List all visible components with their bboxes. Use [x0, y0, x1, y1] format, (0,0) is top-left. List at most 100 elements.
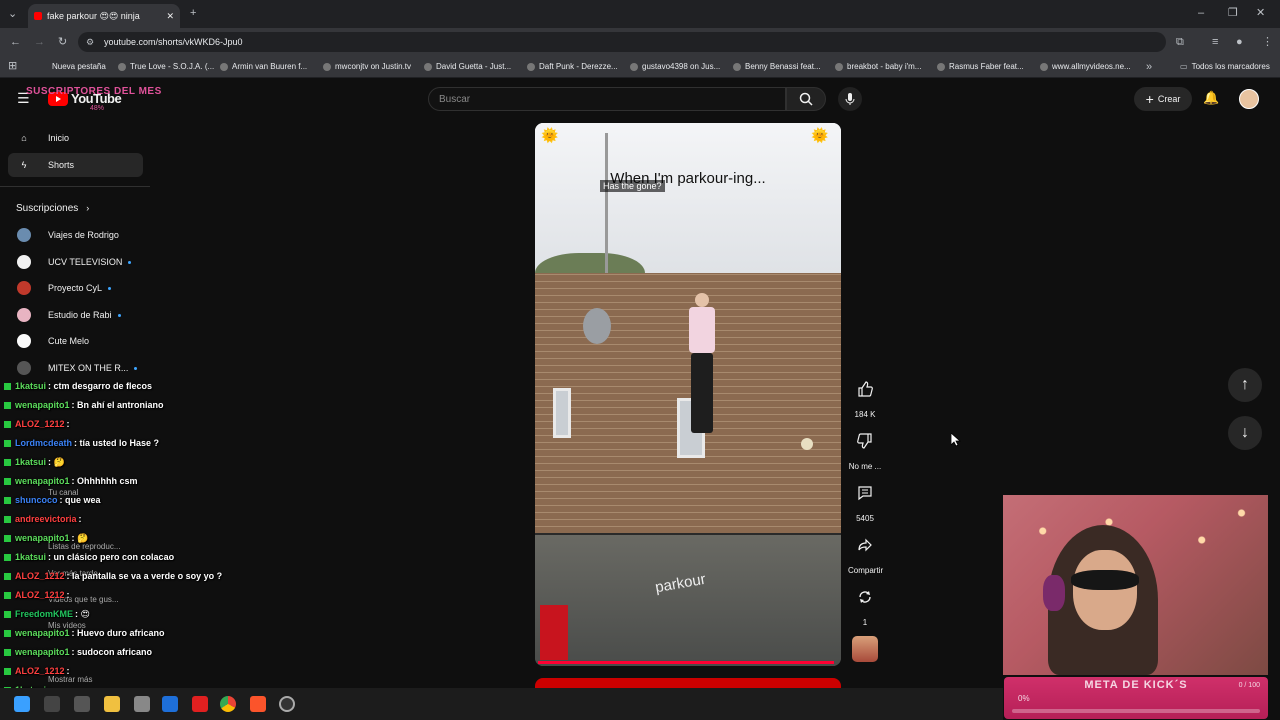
video-satellite-dish: [583, 308, 611, 344]
chat-badge-icon: [4, 421, 11, 429]
subscriptions-header[interactable]: Suscripciones ›: [0, 196, 145, 220]
obs-icon[interactable]: [279, 696, 295, 712]
goal-percent: 0%: [1018, 694, 1030, 703]
browser-tab-bar: ⌄ fake parkour 😍😍 ninja ✕ + – ❐ ✕: [0, 0, 1280, 28]
bookmark-item[interactable]: www.allmyvideos.ne...: [1040, 62, 1131, 71]
folder-icon: ▭: [1180, 62, 1188, 71]
youtube-app-icon[interactable]: [192, 696, 208, 712]
chat-username: ALOZ_1212: [15, 571, 65, 581]
dislike-button[interactable]: [848, 424, 882, 458]
chrome-icon[interactable]: [220, 696, 236, 712]
chat-username: ALOZ_1212: [15, 590, 65, 600]
task-view-icon[interactable]: [74, 696, 90, 712]
short-video-player[interactable]: 🌞 🌞 When I'm parkour-ing... Has the gone…: [535, 123, 841, 666]
chat-message: shuncoco: que wea: [4, 495, 101, 505]
subscription-item[interactable]: Viajes de Rodrigo: [0, 223, 145, 247]
kick-goal-widget: META DE KICK´S 0% 0 / 100: [1004, 677, 1268, 719]
close-window-icon[interactable]: ✕: [1256, 7, 1265, 19]
subscription-item[interactable]: UCV TELEVISION: [0, 250, 145, 274]
sidebar-item-shorts[interactable]: ϟ Shorts: [8, 153, 143, 177]
video-progress-bar[interactable]: [538, 661, 834, 664]
minimize-icon[interactable]: –: [1198, 7, 1204, 19]
comments-button[interactable]: [848, 476, 882, 510]
subscription-item[interactable]: Proyecto CyL: [0, 276, 145, 300]
chat-badge-icon: [4, 497, 11, 505]
next-short-preview[interactable]: [535, 678, 841, 688]
comments-action[interactable]: 5405: [848, 476, 882, 523]
app-icon[interactable]: [134, 696, 150, 712]
apps-icon[interactable]: ⊞: [8, 60, 17, 72]
remix-action[interactable]: 1: [848, 580, 882, 627]
bookmark-item[interactable]: Daft Punk - Derezze...: [527, 62, 618, 71]
restore-icon[interactable]: ❐: [1228, 7, 1238, 19]
subscription-item[interactable]: Cute Melo: [0, 329, 145, 353]
tab-close-icon[interactable]: ✕: [166, 11, 174, 22]
profile-icon[interactable]: ●: [1236, 36, 1243, 48]
dislike-label: No me ...: [848, 462, 882, 471]
chat-badge-icon: [4, 630, 11, 638]
like-action[interactable]: 184 K: [848, 372, 882, 419]
create-button[interactable]: + Crear: [1134, 87, 1192, 111]
chat-badge-icon: [4, 611, 11, 619]
bookmark-favicon-icon: [835, 62, 843, 71]
new-tab-icon[interactable]: +: [190, 7, 196, 19]
bookmark-favicon-icon: [118, 62, 126, 71]
remix-button[interactable]: [848, 580, 882, 614]
media-icon[interactable]: ≡: [1212, 36, 1218, 48]
subscription-item[interactable]: Estudio de Rabi: [0, 303, 145, 327]
share-button[interactable]: [848, 528, 882, 562]
channel-avatar: [17, 334, 31, 348]
dislike-action[interactable]: No me ...: [848, 424, 882, 471]
subscription-item[interactable]: MITEX ON THE R...: [0, 356, 145, 380]
windows-start-icon[interactable]: [14, 696, 30, 712]
bookmark-item[interactable]: Nueva pestaña: [52, 62, 106, 71]
chat-message: ALOZ_1212:: [4, 590, 70, 600]
chat-message: 1katsui: ctm desgarro de flecos: [4, 381, 152, 391]
bookmark-favicon-icon: [937, 62, 945, 71]
menu-icon[interactable]: ⋮: [1262, 36, 1273, 48]
chat-text: : Ohhhhhh csm: [71, 476, 138, 486]
back-icon[interactable]: ←: [10, 36, 21, 48]
bookmark-item[interactable]: breakbot - baby i'm...: [835, 62, 921, 71]
remix-count: 1: [862, 618, 868, 627]
sound-thumbnail[interactable]: [852, 636, 878, 662]
extensions-icon[interactable]: ⧉: [1176, 36, 1184, 48]
file-explorer-icon[interactable]: [104, 696, 120, 712]
reload-icon[interactable]: ↻: [58, 36, 67, 48]
bookmark-favicon-icon: [630, 62, 638, 71]
bookmark-item[interactable]: Armin van Buuren f...: [220, 62, 307, 71]
chat-username: FreedomKME: [15, 609, 74, 619]
video-window: [553, 388, 571, 438]
share-action[interactable]: Compartir: [848, 528, 883, 575]
voice-search-button[interactable]: [838, 87, 862, 111]
chat-username: ALOZ_1212: [15, 666, 65, 676]
search-input[interactable]: Buscar: [428, 87, 786, 111]
bookmark-item[interactable]: Benny Benassi feat...: [733, 62, 821, 71]
bookmark-item[interactable]: David Guetta - Just...: [424, 62, 511, 71]
browser-tab[interactable]: fake parkour 😍😍 ninja ✕: [28, 4, 180, 28]
video-subtitle: Has the gone?: [600, 180, 665, 192]
store-icon[interactable]: [162, 696, 178, 712]
search-button[interactable]: [786, 87, 826, 111]
all-bookmarks[interactable]: ▭ Todos los marcadores: [1180, 62, 1270, 71]
forward-icon[interactable]: →: [34, 36, 45, 48]
sidebar-item-home[interactable]: ⌂ Inicio: [0, 126, 145, 150]
bookmark-item[interactable]: gustavo4398 on Jus...: [630, 62, 720, 71]
video-sky: [535, 123, 841, 273]
brave-icon[interactable]: [250, 696, 266, 712]
more-bookmarks-icon[interactable]: »: [1146, 61, 1152, 73]
tab-search-icon[interactable]: ⌄: [8, 8, 17, 20]
search-taskbar-icon[interactable]: [44, 696, 60, 712]
address-bar[interactable]: ⚙ youtube.com/shorts/vkWKD6-Jpu0: [78, 32, 1166, 52]
previous-short-button[interactable]: ↑: [1228, 368, 1262, 402]
next-short-button[interactable]: ↓: [1228, 416, 1262, 450]
like-button[interactable]: [848, 372, 882, 406]
bookmark-item[interactable]: mwconjtv on Justin.tv: [323, 62, 411, 71]
account-avatar[interactable]: [1239, 89, 1259, 109]
chat-username: 1katsui: [15, 457, 47, 467]
site-info-icon[interactable]: ⚙: [86, 37, 94, 48]
chat-username: wenapapito1: [15, 533, 70, 543]
notifications-bell-icon[interactable]: 🔔: [1203, 90, 1219, 106]
bookmark-item[interactable]: Rasmus Faber feat...: [937, 62, 1024, 71]
bookmark-item[interactable]: True Love - S.O.J.A. (...: [118, 62, 214, 71]
